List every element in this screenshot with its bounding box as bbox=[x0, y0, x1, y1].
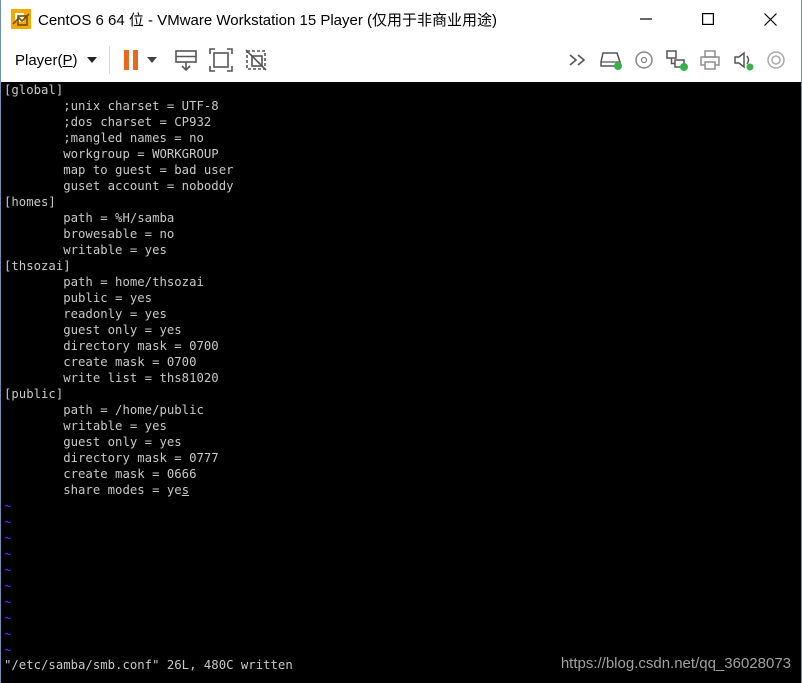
close-button[interactable] bbox=[739, 0, 801, 38]
empty-line-tilde: ~ bbox=[4, 499, 12, 513]
unity-button[interactable] bbox=[242, 45, 270, 75]
minimize-icon bbox=[640, 18, 652, 20]
buffer-line: workgroup = WORKGROUP bbox=[4, 147, 219, 161]
empty-line-tilde: ~ bbox=[4, 579, 12, 593]
buffer-line: [homes] bbox=[4, 195, 56, 209]
buffer-line: guset account = noboddy bbox=[4, 179, 234, 193]
minimize-button[interactable] bbox=[615, 0, 677, 38]
buffer-line: [public] bbox=[4, 387, 64, 401]
more-devices-button[interactable] bbox=[564, 45, 592, 75]
chevron-down-icon bbox=[86, 57, 97, 63]
empty-line-tilde: ~ bbox=[4, 595, 12, 609]
vim-buffer: [global] ;unix charset = UTF-8 ;dos char… bbox=[1, 82, 801, 658]
buffer-line-text: share modes = ye bbox=[4, 483, 182, 497]
pause-dropdown-button[interactable] bbox=[144, 45, 160, 75]
vmware-player-window: CentOS 6 64 位 - VMware Workstation 15 Pl… bbox=[0, 0, 802, 683]
unity-icon bbox=[244, 49, 267, 71]
cd-dvd-button[interactable] bbox=[630, 45, 658, 75]
buffer-line: writable = yes bbox=[4, 419, 167, 433]
buffer-line: writable = yes bbox=[4, 243, 167, 257]
send-ctrl-alt-del-button[interactable] bbox=[172, 45, 200, 75]
pause-icon bbox=[123, 50, 138, 70]
buffer-line: guest only = yes bbox=[4, 435, 182, 449]
empty-line-tilde: ~ bbox=[4, 563, 12, 577]
buffer-line: public = yes bbox=[4, 291, 153, 305]
empty-line-tilde: ~ bbox=[4, 547, 12, 561]
guest-console[interactable]: [global] ;unix charset = UTF-8 ;dos char… bbox=[1, 82, 801, 683]
buffer-line: create mask = 0666 bbox=[4, 467, 197, 481]
buffer-line: readonly = yes bbox=[4, 307, 167, 321]
network-adapter-icon bbox=[666, 50, 688, 71]
printer-button[interactable] bbox=[696, 45, 724, 75]
player-toolbar: Player(P) bbox=[1, 38, 801, 82]
empty-line-tilde: ~ bbox=[4, 515, 12, 529]
vmware-player-icon bbox=[11, 9, 31, 29]
network-adapter-button[interactable] bbox=[663, 45, 691, 75]
watermark: https://blog.csdn.net/qq_36028073 bbox=[560, 655, 791, 672]
printer-icon bbox=[700, 50, 720, 70]
cd-dvd-icon bbox=[635, 51, 653, 69]
buffer-line: write list = ths81020 bbox=[4, 371, 219, 385]
title-bar[interactable]: CentOS 6 64 位 - VMware Workstation 15 Pl… bbox=[1, 0, 801, 38]
buffer-line: share modes = yes bbox=[4, 483, 189, 497]
hard-disk-icon bbox=[600, 52, 622, 70]
dropdown-caret-icon bbox=[146, 57, 157, 63]
pause-button[interactable] bbox=[120, 45, 142, 75]
more-icon bbox=[569, 54, 586, 66]
usb-icon bbox=[767, 51, 785, 69]
buffer-line: directory mask = 0777 bbox=[4, 451, 219, 465]
player-menu-button[interactable]: Player(P) bbox=[15, 45, 97, 75]
player-menu-label-suffix: ) bbox=[72, 51, 78, 69]
empty-line-tilde: ~ bbox=[4, 611, 12, 625]
fit-guest-icon bbox=[208, 48, 233, 72]
buffer-line: [global] bbox=[4, 83, 64, 97]
buffer-line: browesable = no bbox=[4, 227, 175, 241]
send-ctrl-alt-del-icon bbox=[174, 50, 197, 72]
player-menu-hotkey: P bbox=[62, 51, 73, 69]
fit-guest-button[interactable] bbox=[207, 45, 235, 75]
device-icons bbox=[564, 38, 795, 82]
buffer-line: guest only = yes bbox=[4, 323, 182, 337]
buffer-line: path = %H/samba bbox=[4, 211, 175, 225]
toolbar-divider bbox=[108, 46, 110, 74]
maximize-icon bbox=[702, 13, 714, 25]
text-cursor: s bbox=[181, 483, 190, 497]
buffer-line: ;unix charset = UTF-8 bbox=[4, 99, 219, 113]
buffer-line: map to guest = bad user bbox=[4, 163, 234, 177]
buffer-line: create mask = 0700 bbox=[4, 355, 197, 369]
buffer-line: path = home/thsozai bbox=[4, 275, 204, 289]
empty-line-tilde: ~ bbox=[4, 627, 12, 641]
buffer-line: path = /home/public bbox=[4, 403, 204, 417]
buffer-line: ;dos charset = CP932 bbox=[4, 115, 212, 129]
usb-button[interactable] bbox=[762, 45, 790, 75]
window-controls bbox=[615, 0, 801, 38]
vim-status-line: "/etc/samba/smb.conf" 26L, 480C written bbox=[4, 658, 293, 672]
buffer-line: [thsozai] bbox=[4, 259, 71, 273]
hard-disk-button[interactable] bbox=[597, 45, 625, 75]
player-menu-label-prefix: Player( bbox=[15, 51, 63, 69]
empty-line-tilde: ~ bbox=[4, 531, 12, 545]
sound-button[interactable] bbox=[729, 45, 757, 75]
close-icon bbox=[763, 12, 777, 26]
buffer-line: directory mask = 0700 bbox=[4, 339, 219, 353]
buffer-line: ;mangled names = no bbox=[4, 131, 204, 145]
maximize-button[interactable] bbox=[677, 0, 739, 38]
window-title: CentOS 6 64 位 - VMware Workstation 15 Pl… bbox=[38, 11, 498, 29]
empty-line-tilde: ~ bbox=[4, 643, 12, 657]
sound-icon bbox=[734, 51, 754, 71]
